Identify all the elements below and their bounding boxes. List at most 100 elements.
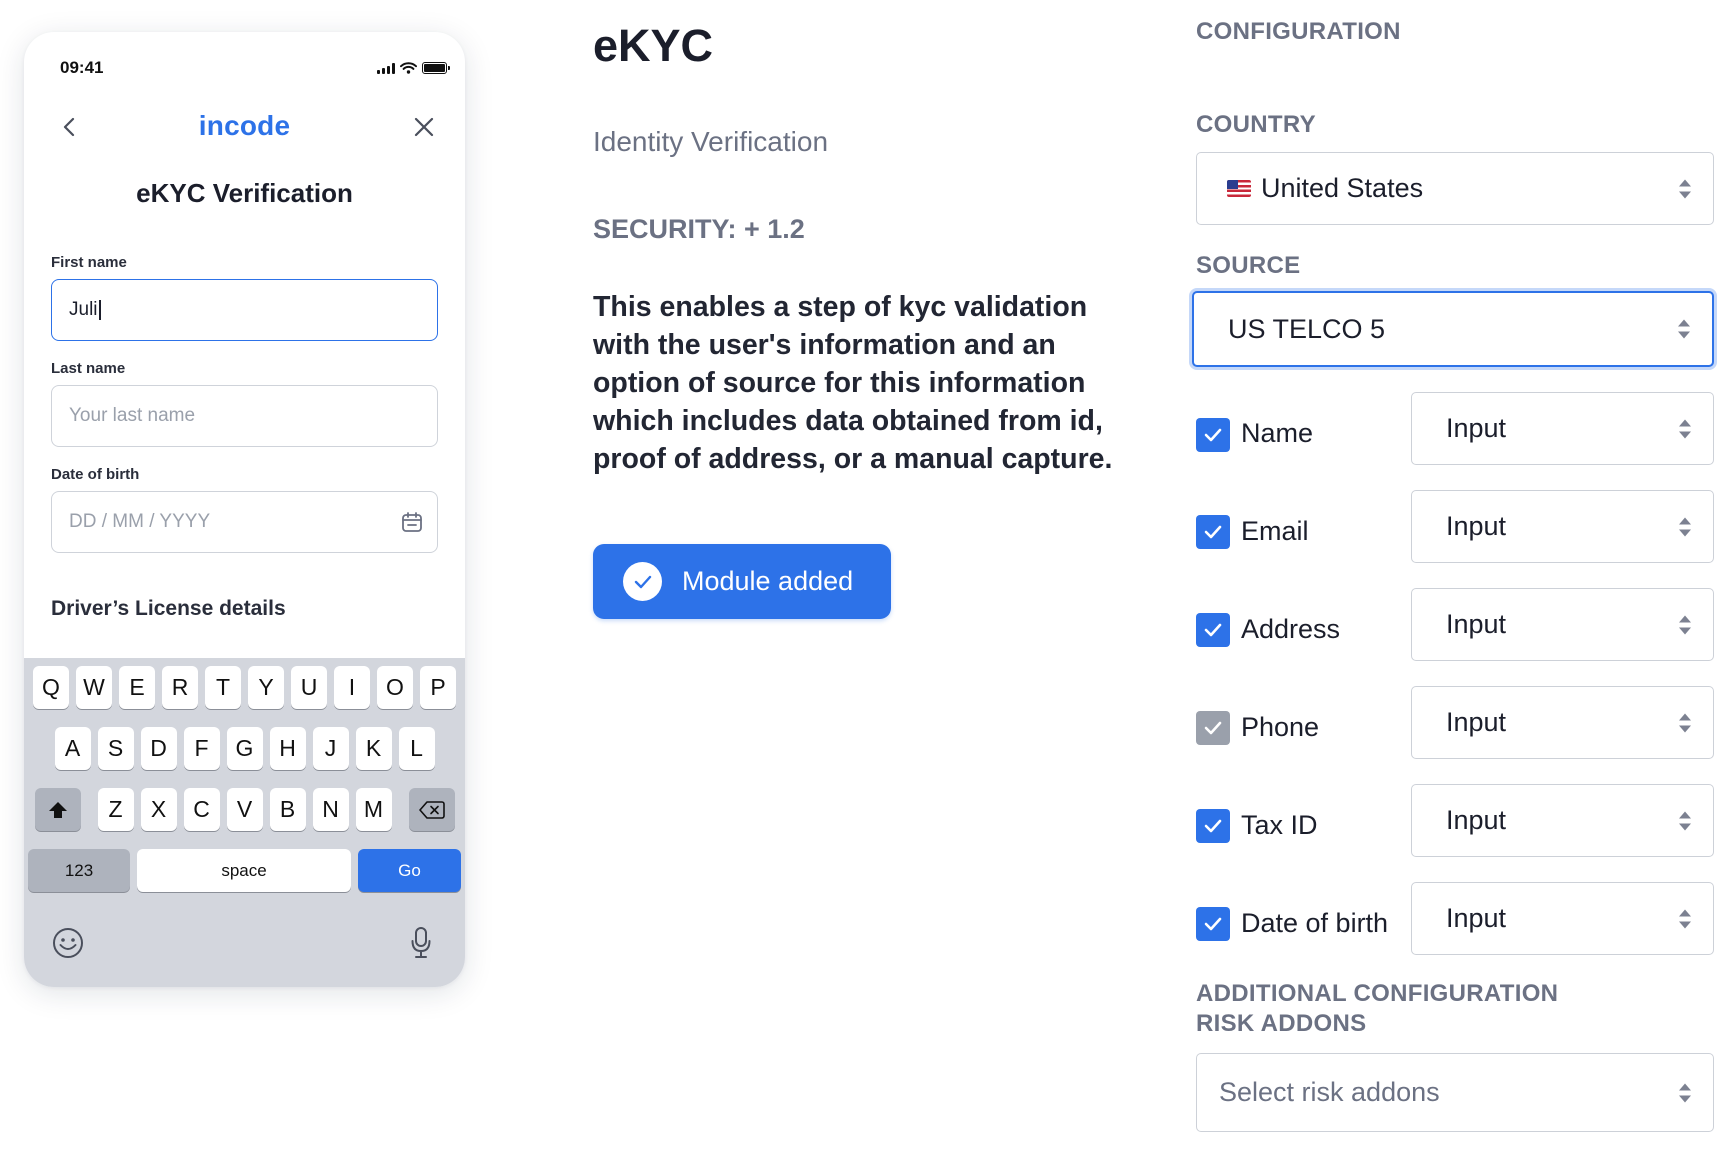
last-name-field[interactable]: Your last name bbox=[51, 385, 438, 447]
space-key[interactable]: space bbox=[137, 849, 351, 892]
key[interactable]: A bbox=[54, 727, 91, 770]
shift-icon bbox=[48, 801, 67, 818]
updown-arrows-icon bbox=[1679, 1083, 1691, 1102]
keyboard-row-2: A S D F G H J K L bbox=[24, 727, 465, 770]
phone-label: Phone bbox=[1241, 712, 1320, 742]
key[interactable]: R bbox=[162, 666, 198, 709]
updown-arrows-icon bbox=[1678, 319, 1690, 339]
tax-id-mode-select[interactable]: Input bbox=[1411, 784, 1714, 857]
key[interactable]: O bbox=[377, 666, 413, 709]
updown-arrows-icon bbox=[1679, 179, 1691, 198]
first-name-value: Juli bbox=[69, 299, 98, 320]
checkmark-icon bbox=[1204, 623, 1222, 637]
updown-arrows-icon bbox=[1679, 811, 1691, 830]
key[interactable]: Q bbox=[33, 666, 69, 709]
date-of-birth-mode-select[interactable]: Input bbox=[1411, 882, 1714, 955]
phone-mode-value: Input bbox=[1446, 707, 1507, 737]
configuration-heading: CONFIGURATION bbox=[1196, 18, 1401, 45]
module-added-button[interactable]: Module added bbox=[593, 544, 891, 619]
name-checkbox[interactable] bbox=[1196, 418, 1230, 452]
phone-checkbox[interactable] bbox=[1196, 711, 1230, 745]
key[interactable]: F bbox=[183, 727, 220, 770]
address-checkbox[interactable] bbox=[1196, 613, 1230, 647]
onscreen-keyboard: Q W E R T Y U I O P A S D F G H J K L Z … bbox=[24, 658, 465, 987]
date-of-birth-checkbox[interactable] bbox=[1196, 907, 1230, 941]
checkmark-icon bbox=[1204, 525, 1222, 539]
keyboard-row-4: 123 space Go bbox=[24, 849, 465, 892]
security-score: SECURITY: + 1.2 bbox=[593, 214, 805, 244]
key[interactable]: M bbox=[355, 788, 392, 831]
key[interactable]: J bbox=[312, 727, 349, 770]
first-name-field[interactable]: Juli bbox=[51, 279, 438, 341]
address-mode-value: Input bbox=[1446, 609, 1507, 639]
email-checkbox[interactable] bbox=[1196, 515, 1230, 549]
date-of-birth-label: Date of birth bbox=[1241, 908, 1389, 938]
emoji-icon[interactable] bbox=[51, 926, 85, 960]
key[interactable]: V bbox=[226, 788, 263, 831]
last-name-placeholder: Your last name bbox=[69, 405, 196, 426]
date-of-birth-mode-value: Input bbox=[1446, 903, 1507, 933]
country-value: United States bbox=[1261, 173, 1424, 203]
source-label: SOURCE bbox=[1196, 252, 1301, 279]
source-value: US TELCO 5 bbox=[1228, 313, 1386, 344]
updown-arrows-icon bbox=[1679, 517, 1691, 536]
calendar-icon[interactable] bbox=[401, 511, 423, 533]
backspace-icon bbox=[418, 800, 445, 819]
name-mode-value: Input bbox=[1446, 413, 1507, 443]
key[interactable]: K bbox=[355, 727, 392, 770]
email-label: Email bbox=[1241, 516, 1309, 546]
key[interactable]: D bbox=[140, 727, 177, 770]
tax-id-checkbox[interactable] bbox=[1196, 809, 1230, 843]
module-description: This enables a step of kyc validation wi… bbox=[593, 291, 1113, 475]
country-select[interactable]: United States bbox=[1196, 152, 1714, 225]
risk-addons-label: RISK ADDONS bbox=[1196, 1010, 1367, 1037]
updown-arrows-icon bbox=[1679, 713, 1691, 732]
name-mode-select[interactable]: Input bbox=[1411, 392, 1714, 465]
close-icon bbox=[414, 117, 434, 137]
key[interactable]: I bbox=[334, 666, 370, 709]
go-key[interactable]: Go bbox=[358, 849, 461, 892]
first-name-label: First name bbox=[51, 254, 127, 271]
source-select[interactable]: US TELCO 5 bbox=[1192, 291, 1714, 367]
address-mode-select[interactable]: Input bbox=[1411, 588, 1714, 661]
key[interactable]: U bbox=[291, 666, 327, 709]
us-flag-icon bbox=[1227, 180, 1251, 197]
tax-id-mode-value: Input bbox=[1446, 805, 1507, 835]
key[interactable]: W bbox=[76, 666, 112, 709]
last-name-label: Last name bbox=[51, 360, 126, 377]
key[interactable]: H bbox=[269, 727, 306, 770]
section-title: Driver’s License details bbox=[51, 597, 286, 620]
key[interactable]: P bbox=[420, 666, 456, 709]
brand-logo: incode bbox=[198, 110, 291, 141]
key[interactable]: N bbox=[312, 788, 349, 831]
key[interactable]: L bbox=[398, 727, 435, 770]
risk-addons-placeholder: Select risk addons bbox=[1219, 1077, 1440, 1107]
key[interactable]: G bbox=[226, 727, 263, 770]
checkmark-icon bbox=[1204, 428, 1222, 442]
tax-id-label: Tax ID bbox=[1241, 810, 1318, 840]
keyboard-row-1: Q W E R T Y U I O P bbox=[24, 666, 465, 709]
backspace-key[interactable] bbox=[408, 788, 455, 831]
email-mode-select[interactable]: Input bbox=[1411, 490, 1714, 563]
phone-mockup: 09:41 incode eKYC Verification First nam… bbox=[24, 32, 465, 987]
key[interactable]: S bbox=[97, 727, 134, 770]
key[interactable]: E bbox=[119, 666, 155, 709]
dob-label: Date of birth bbox=[51, 466, 140, 483]
phone-mode-select[interactable]: Input bbox=[1411, 686, 1714, 759]
shift-key[interactable] bbox=[34, 788, 81, 831]
dob-field[interactable]: DD / MM / YYYY bbox=[51, 491, 438, 553]
country-label: COUNTRY bbox=[1196, 111, 1316, 138]
microphone-icon[interactable] bbox=[411, 926, 431, 960]
key[interactable]: X bbox=[140, 788, 177, 831]
checkmark-icon bbox=[1204, 721, 1222, 735]
numbers-key[interactable]: 123 bbox=[28, 849, 130, 892]
key[interactable]: B bbox=[269, 788, 306, 831]
updown-arrows-icon bbox=[1679, 419, 1691, 438]
key[interactable]: Z bbox=[97, 788, 134, 831]
key[interactable]: C bbox=[183, 788, 220, 831]
risk-addons-select[interactable]: Select risk addons bbox=[1196, 1053, 1714, 1132]
updown-arrows-icon bbox=[1679, 615, 1691, 634]
key[interactable]: Y bbox=[248, 666, 284, 709]
close-button[interactable] bbox=[409, 112, 439, 142]
key[interactable]: T bbox=[205, 666, 241, 709]
